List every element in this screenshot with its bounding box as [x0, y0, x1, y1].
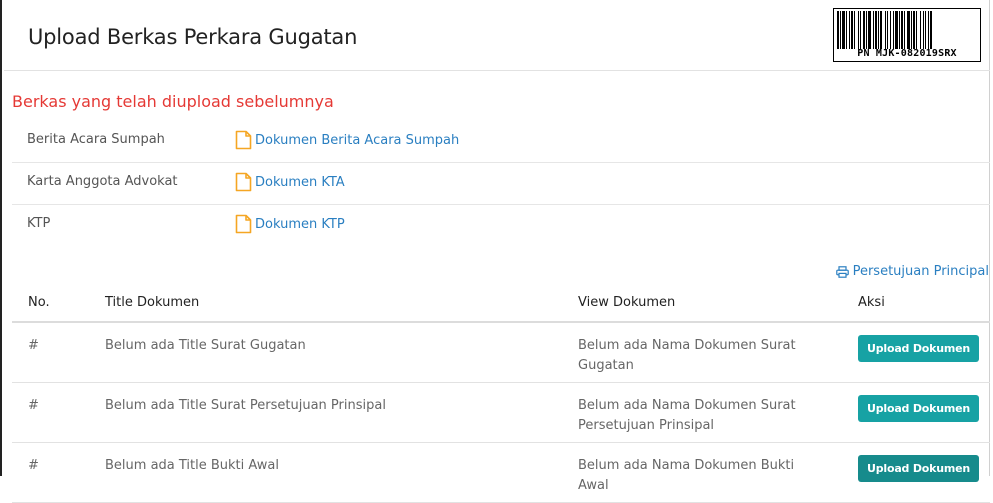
row-number: # — [28, 458, 39, 473]
persetujuan-principal-print-link[interactable]: Persetujuan Principal — [835, 264, 989, 279]
column-header-no: No. — [12, 283, 105, 323]
print-icon — [835, 265, 849, 278]
file-icon — [235, 214, 252, 234]
uploaded-files-heading: Berkas yang telah diupload sebelumnya — [12, 92, 334, 111]
uploaded-file-row: Berita Acara Sumpah Dokumen Berita Acara… — [12, 121, 990, 162]
document-link-kta[interactable]: Dokumen KTA — [235, 172, 345, 192]
table-row: # Belum ada Title Surat Gugatan Belum ad… — [12, 322, 990, 383]
document-link-label: Dokumen KTP — [255, 216, 345, 232]
uploaded-file-row: Karta Anggota Advokat Dokumen KTA — [12, 162, 990, 204]
column-header-title: Title Dokumen — [105, 283, 578, 323]
upload-document-button[interactable]: Upload Dokumen — [858, 455, 980, 482]
file-icon — [235, 172, 252, 192]
uploaded-files-list: Berita Acara Sumpah Dokumen Berita Acara… — [12, 121, 990, 246]
upload-document-button[interactable]: Upload Dokumen — [858, 395, 980, 422]
column-header-aksi: Aksi — [858, 283, 990, 323]
column-header-view: View Dokumen — [578, 283, 858, 323]
barcode-text: PN MJK-082019SRX — [857, 48, 957, 59]
document-link-ktp[interactable]: Dokumen KTP — [235, 214, 345, 234]
documents-table: No. Title Dokumen View Dokumen Aksi # Be… — [12, 283, 990, 503]
file-label: Berita Acara Sumpah — [27, 132, 165, 147]
row-number: # — [28, 398, 39, 413]
document-link-berita-acara-sumpah[interactable]: Dokumen Berita Acara Sumpah — [235, 130, 459, 150]
row-view-document: Belum ada Nama Dokumen Surat Gugatan — [578, 338, 796, 373]
table-row: # Belum ada Title Bukti Awal Belum ada N… — [12, 442, 990, 503]
row-number: # — [28, 338, 39, 353]
page-frame: Upload Berkas Perkara Gugatan PN MJK-082… — [0, 0, 990, 503]
file-label: KTP — [27, 216, 51, 231]
row-view-document: Belum ada Nama Dokumen Bukti Awal — [578, 458, 795, 493]
print-link-label: Persetujuan Principal — [852, 264, 989, 279]
row-title: Belum ada Title Surat Persetujuan Prinsi… — [105, 398, 386, 413]
file-label: Karta Anggota Advokat — [27, 174, 178, 189]
document-link-label: Dokumen Berita Acara Sumpah — [255, 132, 460, 148]
barcode-bars — [837, 11, 932, 49]
uploaded-file-row: KTP Dokumen KTP — [12, 204, 990, 246]
file-icon — [235, 130, 252, 150]
document-link-label: Dokumen KTA — [255, 174, 345, 190]
page-title: Upload Berkas Perkara Gugatan — [28, 25, 358, 49]
row-view-document: Belum ada Nama Dokumen Surat Persetujuan… — [578, 398, 796, 433]
row-title: Belum ada Title Bukti Awal — [105, 458, 279, 473]
header-divider — [4, 70, 990, 71]
table-header-row: No. Title Dokumen View Dokumen Aksi — [12, 283, 990, 323]
row-title: Belum ada Title Surat Gugatan — [105, 338, 306, 353]
table-row: # Belum ada Title Surat Persetujuan Prin… — [12, 382, 990, 443]
upload-document-button[interactable]: Upload Dokumen — [858, 335, 980, 362]
barcode: PN MJK-082019SRX — [833, 8, 981, 62]
